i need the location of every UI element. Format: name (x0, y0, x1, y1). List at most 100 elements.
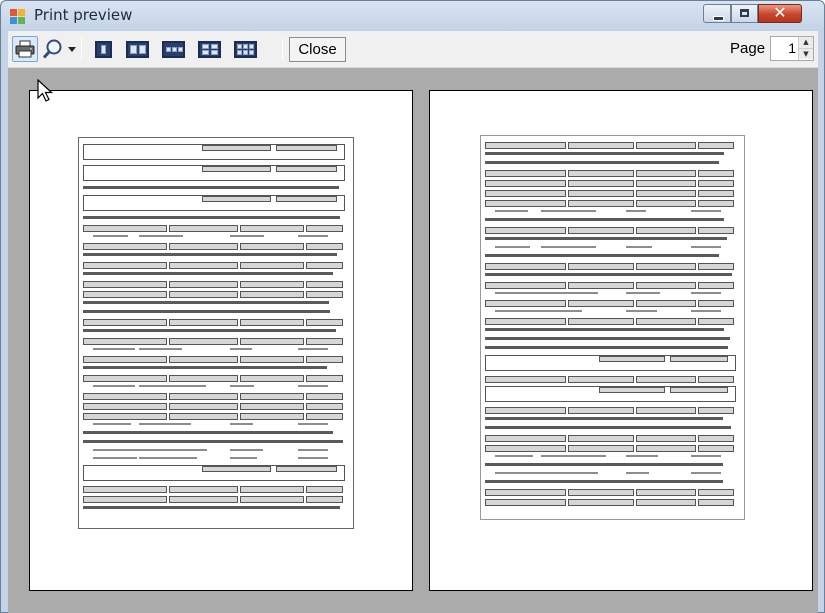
text-line (485, 337, 731, 340)
table-cell (83, 403, 168, 410)
maximize-button[interactable] (731, 4, 758, 23)
toolbar: Close Page 1 ▲ ▼ (8, 31, 818, 68)
table-cell (567, 445, 634, 452)
text-line (83, 186, 340, 189)
title-bar[interactable]: Print preview ✕ (1, 1, 824, 31)
spinner-up-icon[interactable]: ▲ (799, 37, 813, 48)
table-cell (635, 142, 697, 149)
two-pages-icon (125, 40, 149, 58)
window-close-button[interactable]: ✕ (758, 3, 802, 23)
table-cell (485, 407, 566, 414)
text-line (93, 385, 135, 387)
table-cell (83, 496, 168, 503)
six-pages-button[interactable] (230, 36, 260, 62)
preview-page-2 (429, 90, 813, 591)
table-cell (305, 243, 343, 250)
table-cell (698, 489, 734, 496)
spinner-arrows[interactable]: ▲ ▼ (798, 37, 813, 60)
table-cell (635, 263, 697, 270)
magnifier-icon (42, 39, 61, 59)
table-cell (202, 196, 271, 202)
print-button[interactable] (12, 36, 38, 62)
text-line (83, 272, 333, 275)
toolbar-separator (81, 38, 82, 60)
two-pages-button[interactable] (122, 36, 152, 62)
app-icon (10, 9, 26, 25)
preview-area[interactable] (8, 68, 818, 613)
close-button[interactable]: Close (289, 37, 346, 62)
table-cell (698, 142, 734, 149)
page-number-value[interactable]: 1 (788, 40, 796, 56)
table-cell (240, 225, 304, 232)
table-cell (305, 356, 343, 363)
table-cell (567, 142, 634, 149)
spinner-down-icon[interactable]: ▼ (799, 48, 813, 59)
three-pages-icon (161, 40, 185, 58)
table-cell (485, 170, 566, 177)
mouse-cursor-icon (37, 79, 54, 102)
table-cell (240, 403, 304, 410)
text-line (83, 216, 340, 219)
table-cell (670, 387, 729, 393)
text-line (229, 449, 263, 451)
one-page-icon (94, 40, 112, 58)
printer-icon (15, 40, 35, 58)
table-cell (567, 376, 634, 383)
page-content-thumbnail (480, 135, 745, 520)
table-cell (83, 243, 168, 250)
table-cell (567, 263, 634, 270)
table-cell (635, 318, 697, 325)
table-cell (240, 281, 304, 288)
table-cell (240, 393, 304, 400)
one-page-button[interactable] (91, 36, 115, 62)
text-line (541, 210, 596, 212)
text-line (83, 440, 343, 443)
text-line (625, 310, 657, 312)
maximize-icon (740, 9, 749, 17)
table-cell (83, 281, 168, 288)
table-cell (567, 282, 634, 289)
chevron-down-icon[interactable] (67, 45, 77, 53)
table-cell (240, 262, 304, 269)
text-line (83, 253, 338, 256)
text-line (691, 246, 722, 248)
table-cell (305, 496, 343, 503)
text-line (298, 348, 329, 350)
table-cell (567, 190, 634, 197)
table-cell (698, 200, 734, 207)
table-cell (698, 445, 734, 452)
table-cell (169, 375, 239, 382)
table-cell (698, 407, 734, 414)
text-line (485, 218, 725, 221)
text-line (625, 455, 659, 457)
table-cell (305, 319, 343, 326)
table-cell (567, 300, 634, 307)
text-line (93, 348, 136, 350)
table-cell (567, 407, 634, 414)
table-cell (240, 243, 304, 250)
minimize-button[interactable] (703, 4, 731, 23)
text-line (541, 472, 599, 474)
text-line (691, 210, 722, 212)
four-pages-button[interactable] (194, 36, 224, 62)
table-cell (305, 413, 343, 420)
three-pages-button[interactable] (158, 36, 188, 62)
table-cell (83, 338, 168, 345)
table-cell (169, 403, 239, 410)
text-line (495, 246, 530, 248)
zoom-button[interactable] (41, 36, 77, 62)
text-line (93, 457, 137, 459)
table-cell (635, 300, 697, 307)
table-cell (169, 486, 239, 493)
page-number-spinner[interactable]: 1 ▲ ▼ (770, 36, 814, 61)
table-cell (635, 282, 697, 289)
text-line (495, 310, 541, 312)
table-cell (240, 338, 304, 345)
table-cell (485, 445, 566, 452)
table-cell (485, 489, 566, 496)
toolbar-separator (282, 38, 283, 60)
table-cell (276, 196, 337, 202)
table-cell (83, 413, 168, 420)
table-cell (670, 356, 729, 362)
table-cell (698, 300, 734, 307)
